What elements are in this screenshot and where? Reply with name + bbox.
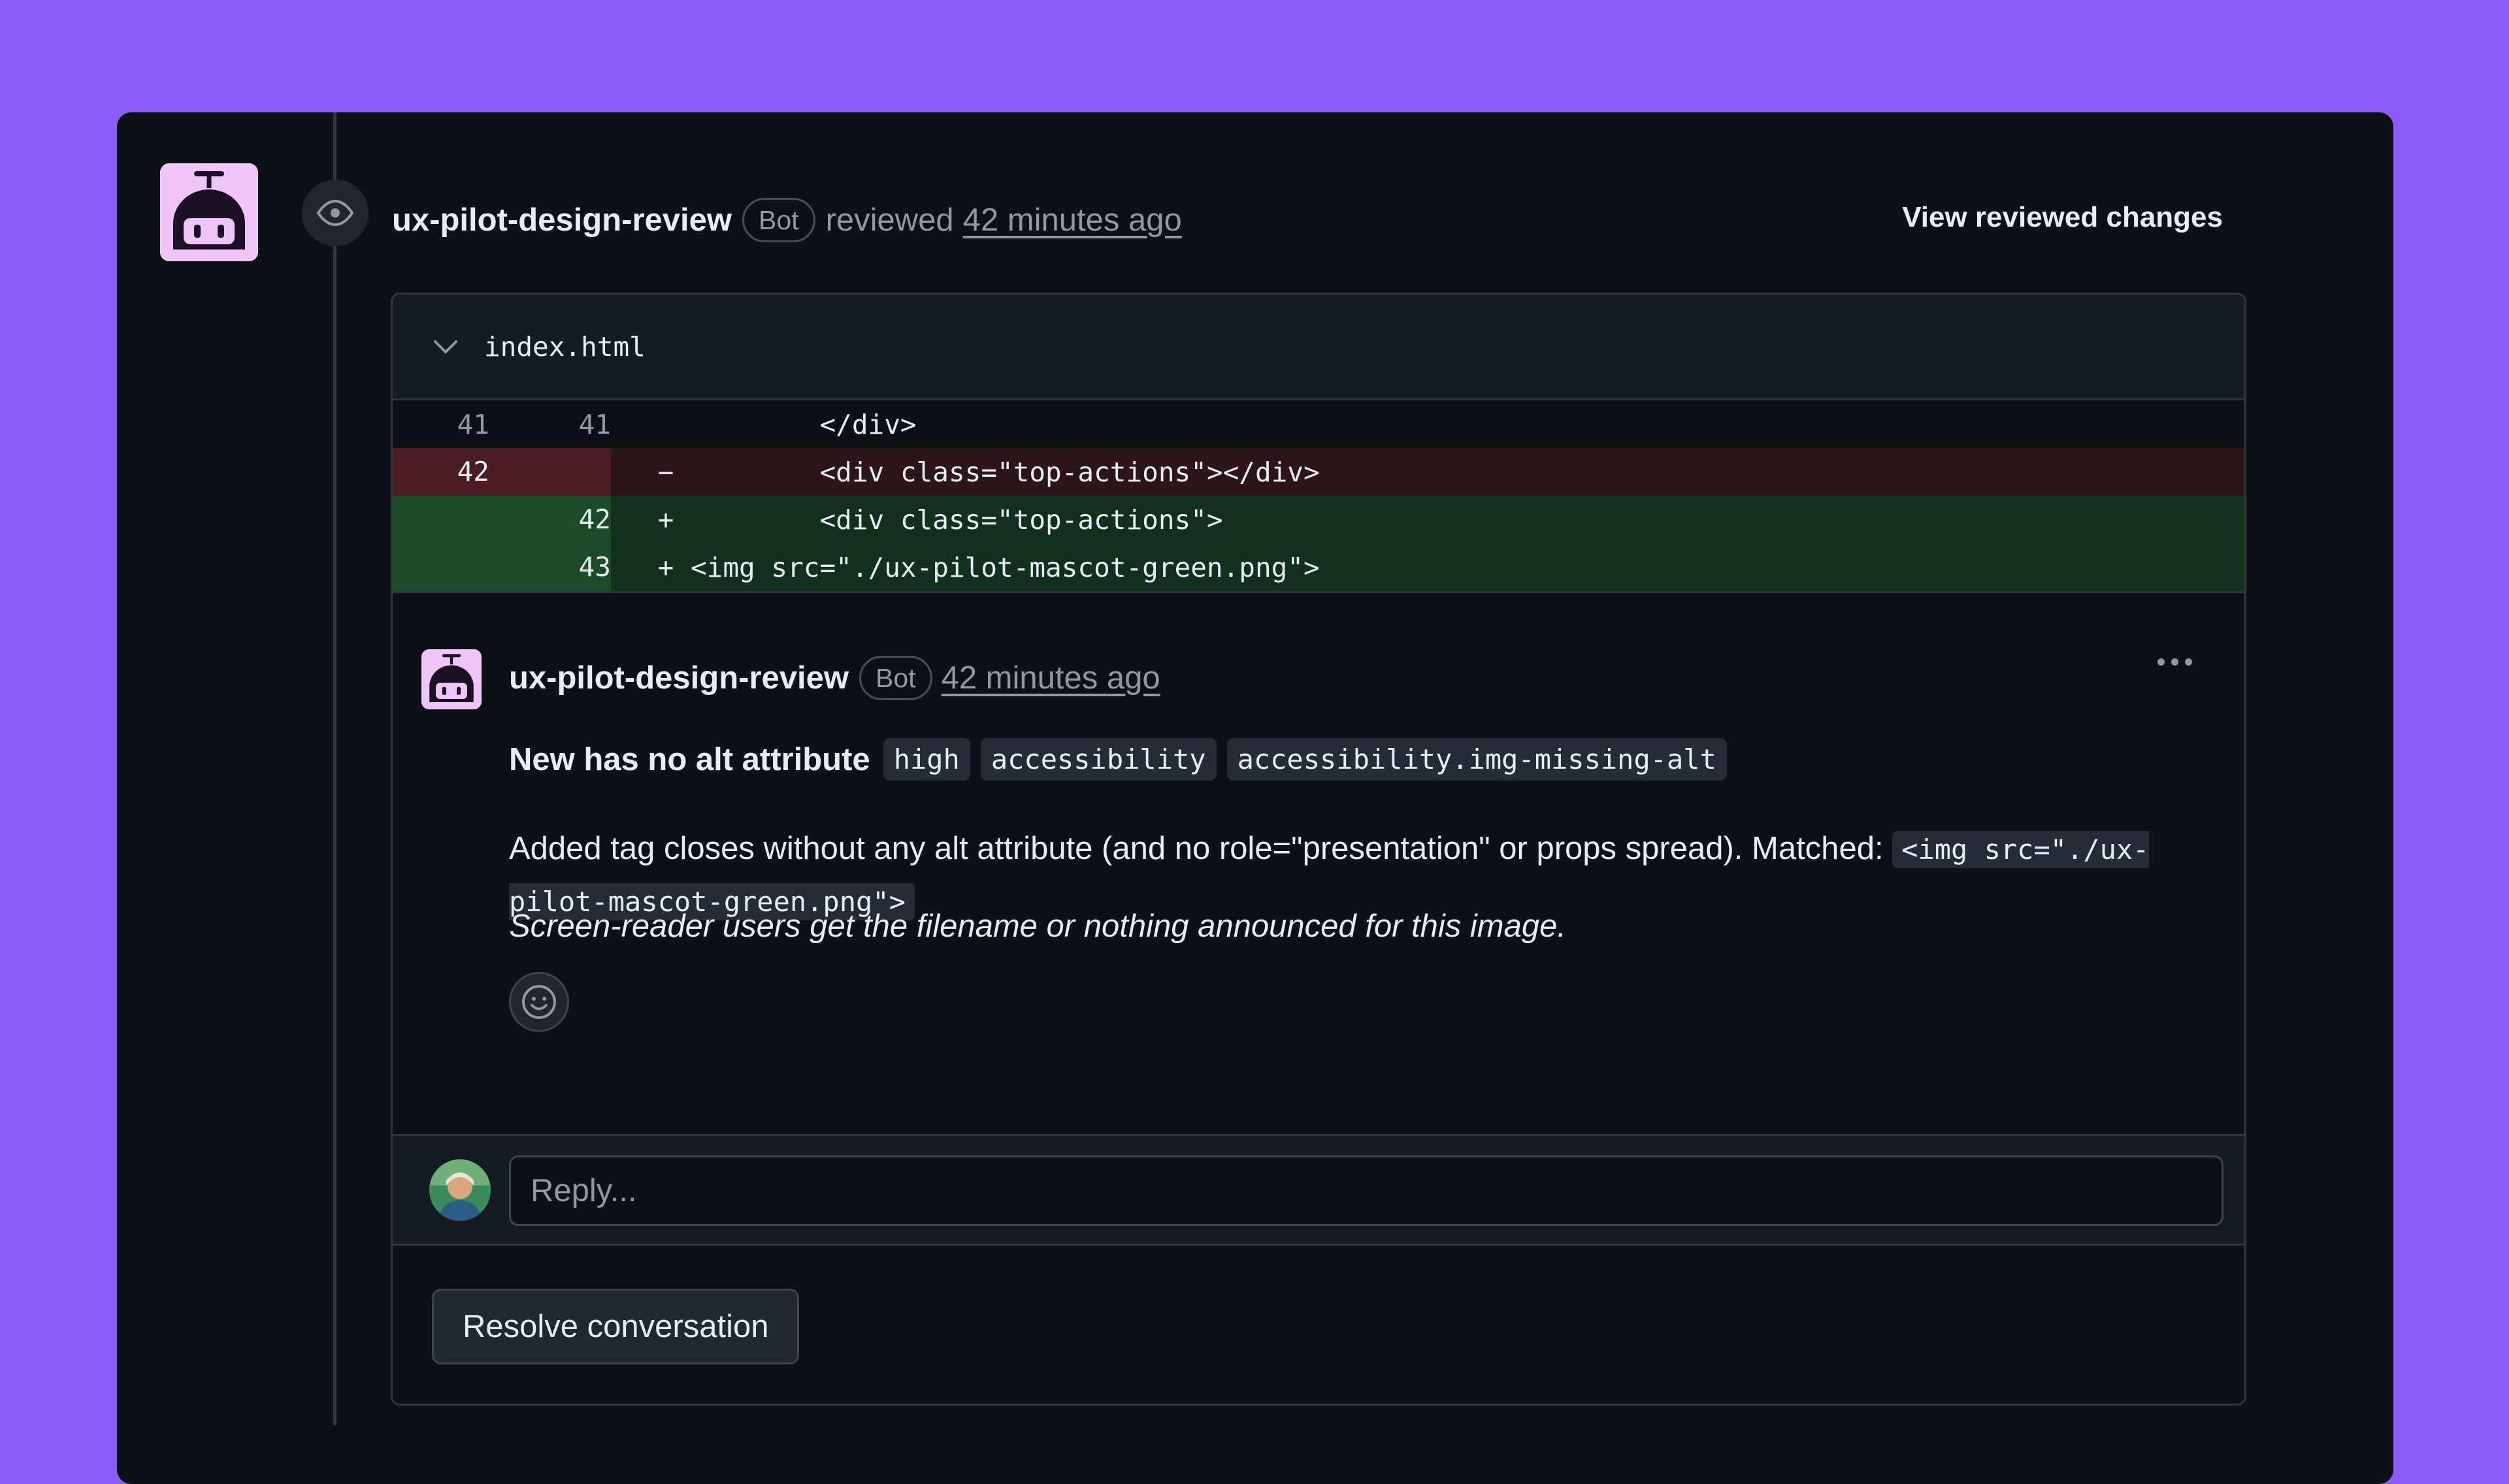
new-line-number — [489, 448, 611, 496]
file-name[interactable]: index.html — [484, 331, 646, 363]
add-reaction-button[interactable] — [509, 972, 569, 1032]
diff-line-deleted: 42 − <div class="top-actions"></div> — [393, 448, 2244, 496]
diff-line-added: 42 + <div class="top-actions"> — [393, 496, 2244, 543]
diff-line-added: 43 + <img src="./ux-pilot-mascot-green.p… — [393, 543, 2244, 591]
review-header: ux-pilot-design-review Bot reviewed 42 m… — [392, 197, 1182, 243]
robot-mascot-icon — [421, 649, 482, 709]
new-line-number: 41 — [578, 408, 611, 440]
reviewer-name-link[interactable]: ux-pilot-design-review — [392, 202, 732, 238]
comment-timestamp-link[interactable]: 42 minutes ago — [942, 660, 1160, 696]
old-line-number — [393, 496, 489, 543]
comment-body-text: Added tag closes without any alt attribu… — [509, 831, 1893, 866]
comment-title-line: New has no alt attribute high accessibil… — [509, 738, 1727, 781]
diff-code: </div> — [691, 408, 917, 440]
category-tag: accessibility — [980, 738, 1217, 781]
diff-code: <div class="top-actions"> — [691, 504, 1223, 536]
bot-badge: Bot — [742, 198, 815, 242]
diff-sign: − — [657, 456, 674, 488]
severity-tag: high — [883, 738, 970, 781]
rule-tag: accessibility.img-missing-alt — [1226, 738, 1727, 781]
old-line-number: 42 — [393, 448, 489, 496]
review-timestamp-link[interactable]: 42 minutes ago — [963, 202, 1182, 238]
resolve-conversation-button[interactable]: Resolve conversation — [432, 1289, 800, 1364]
smiley-icon — [522, 985, 556, 1019]
more-options-icon[interactable] — [2157, 658, 2192, 666]
comment-header: ux-pilot-design-review Bot 42 minutes ag… — [509, 656, 1160, 700]
new-line-number: 42 — [489, 496, 611, 543]
view-reviewed-changes-link[interactable]: View reviewed changes — [1902, 201, 2223, 234]
old-line-number — [393, 543, 489, 591]
diff-hunk: 41 41 </div> 42 − <div class="top-actions… — [393, 400, 2244, 591]
reply-input[interactable] — [509, 1155, 2223, 1226]
diff-code: <img src="./ux-pilot-mascot-green.png"> — [691, 551, 1320, 583]
file-header: index.html — [393, 295, 2244, 400]
review-thread-box: index.html 41 41 </div> 42 − <div class="… — [391, 293, 2246, 1406]
diff-code: <div class="top-actions"></div> — [691, 456, 1320, 488]
diff-sign: + — [657, 551, 674, 583]
eye-icon — [316, 200, 354, 226]
diff-line: 41 41 </div> — [393, 400, 2244, 448]
user-photo-icon — [429, 1159, 491, 1221]
comment-note: Screen-reader users get the filename or … — [509, 909, 1566, 944]
comment-author-link[interactable]: ux-pilot-design-review — [509, 660, 849, 696]
chevron-down-icon[interactable] — [432, 333, 459, 361]
old-line-number: 41 — [457, 408, 489, 440]
timeline-line — [333, 112, 336, 1425]
review-event-badge — [302, 180, 369, 246]
robot-mascot-icon — [160, 163, 258, 261]
comment-title: New has no alt attribute — [509, 741, 870, 777]
new-line-number: 43 — [489, 543, 611, 591]
diff-sign: + — [657, 504, 674, 536]
reply-section — [393, 1134, 2244, 1246]
reviewer-avatar[interactable] — [160, 163, 258, 261]
bot-badge: Bot — [859, 656, 932, 700]
review-action-text: reviewed — [825, 202, 954, 238]
comment-author-avatar[interactable] — [421, 649, 482, 709]
current-user-avatar[interactable] — [429, 1159, 491, 1221]
review-comment: ux-pilot-design-review Bot 42 minutes ag… — [393, 591, 2244, 1135]
